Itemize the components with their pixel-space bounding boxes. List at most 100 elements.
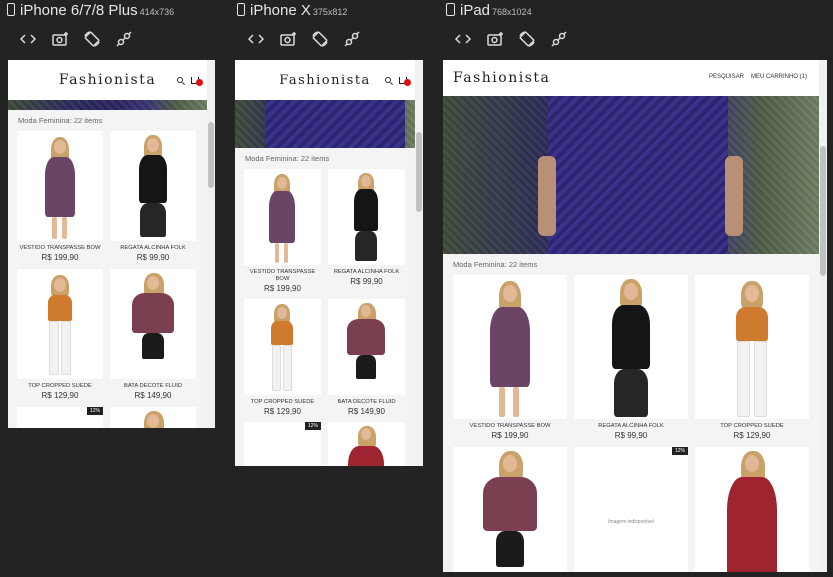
product-image[interactable] xyxy=(17,131,103,241)
product-name[interactable]: REGATA ALCINHA FOLK xyxy=(110,245,196,252)
product-image[interactable] xyxy=(17,269,103,379)
product-image[interactable] xyxy=(328,299,405,395)
product-price: R$ 149,90 xyxy=(348,407,385,416)
phone-icon xyxy=(237,3,245,16)
phone-icon xyxy=(7,3,15,16)
product-image[interactable] xyxy=(695,447,809,572)
rotate-icon[interactable] xyxy=(311,30,329,48)
camera-icon[interactable] xyxy=(51,30,69,48)
discount-badge: 12% xyxy=(86,407,103,415)
product-image[interactable] xyxy=(453,447,567,572)
product-card[interactable]: VESTIDO TRANSPASSE BOW R$ 199,90 xyxy=(453,275,567,440)
product-image[interactable] xyxy=(244,299,321,395)
product-image[interactable] xyxy=(328,422,405,466)
network-icon[interactable] xyxy=(115,30,133,48)
product-card[interactable]: VESTIDO TRANSPASSE BOW R$ 199,90 xyxy=(17,131,103,262)
scroll-thumb[interactable] xyxy=(820,146,826,276)
cart-icon[interactable] xyxy=(191,76,203,86)
product-image[interactable] xyxy=(328,169,405,265)
code-icon[interactable] xyxy=(19,30,37,48)
top-nav: PESQUISAR MEU CARRINHO (1) xyxy=(709,74,807,80)
rotate-icon[interactable] xyxy=(83,30,101,48)
product-name[interactable]: BATA DECOTE FLUID xyxy=(328,399,405,406)
viewport-iphone-plus[interactable]: Fashionista Moda Feminina: 22 items VEST… xyxy=(8,60,215,428)
device-header-ipad: iPad 768x1024 xyxy=(446,2,532,19)
product-price: R$ 99,90 xyxy=(614,431,648,440)
product-image[interactable] xyxy=(110,131,196,241)
camera-icon[interactable] xyxy=(279,30,297,48)
network-icon[interactable] xyxy=(343,30,361,48)
product-card[interactable]: 12% xyxy=(17,407,103,428)
product-card[interactable]: TOP CROPPED SUEDE R$ 129,90 xyxy=(17,269,103,400)
product-image[interactable] xyxy=(110,407,196,428)
viewport-ipad[interactable]: Fashionista PESQUISAR MEU CARRINHO (1) M… xyxy=(443,60,827,572)
logo[interactable]: Fashionista xyxy=(279,73,371,88)
site-header: Fashionista xyxy=(235,60,415,100)
product-card[interactable]: 12% Imagem indisponível xyxy=(574,447,688,572)
product-price: R$ 99,90 xyxy=(136,253,170,262)
product-image[interactable] xyxy=(695,275,809,419)
product-image[interactable]: 12% xyxy=(244,422,321,466)
device-header-iphone-plus: iPhone 6/7/8 Plus 414x736 xyxy=(7,2,174,19)
scrollbar[interactable] xyxy=(415,60,423,466)
product-price: R$ 129,90 xyxy=(264,407,301,416)
logo[interactable]: Fashionista xyxy=(453,70,550,86)
logo[interactable]: Fashionista xyxy=(59,72,156,88)
product-image[interactable] xyxy=(453,275,567,419)
search-icon[interactable] xyxy=(385,77,391,83)
product-card[interactable]: REGATA ALCINHA FOLK R$ 99,90 xyxy=(328,169,405,293)
site-header: Fashionista PESQUISAR MEU CARRINHO (1) xyxy=(443,60,819,96)
product-grid: VESTIDO TRANSPASSE BOW R$ 199,90 REGATA … xyxy=(443,275,819,572)
product-card[interactable]: VESTIDO TRANSPASSE BOW R$ 199,90 xyxy=(244,169,321,293)
section-title: Moda Feminina: 22 items xyxy=(235,148,415,169)
product-card[interactable]: 12% xyxy=(244,422,321,466)
product-card[interactable]: BATA DECOTE FLUID R$ 149,90 xyxy=(110,269,196,400)
product-name[interactable]: TOP CROPPED SUEDE xyxy=(695,423,809,430)
nav-cart-link[interactable]: MEU CARRINHO (1) xyxy=(751,74,807,80)
hero-banner xyxy=(235,100,415,148)
product-name[interactable]: TOP CROPPED SUEDE xyxy=(17,383,103,390)
product-image[interactable]: 12% xyxy=(17,407,103,428)
code-icon[interactable] xyxy=(247,30,265,48)
product-image[interactable] xyxy=(110,269,196,379)
product-image[interactable] xyxy=(574,275,688,419)
code-icon[interactable] xyxy=(454,30,472,48)
device-size: 414x736 xyxy=(139,7,175,17)
hero-banner xyxy=(8,100,207,110)
product-card[interactable]: TOP CROPPED SUEDE R$ 129,90 xyxy=(695,275,809,440)
product-name[interactable]: VESTIDO TRANSPASSE BOW xyxy=(453,423,567,430)
scrollbar[interactable] xyxy=(207,60,215,428)
device-size: 768x1024 xyxy=(492,7,532,17)
nav-search-link[interactable]: PESQUISAR xyxy=(709,74,744,80)
product-price: R$ 199,90 xyxy=(491,431,529,440)
cart-icon[interactable] xyxy=(399,76,411,86)
product-name[interactable]: BATA DECOTE FLUID xyxy=(110,383,196,390)
scroll-thumb[interactable] xyxy=(208,122,214,188)
product-image[interactable]: 12% Imagem indisponível xyxy=(574,447,688,572)
product-name[interactable]: REGATA ALCINHA FOLK xyxy=(574,423,688,430)
camera-icon[interactable] xyxy=(486,30,504,48)
product-card[interactable] xyxy=(695,447,809,572)
product-card[interactable] xyxy=(328,422,405,466)
product-image[interactable] xyxy=(244,169,321,265)
product-name[interactable]: REGATA ALCINHA FOLK xyxy=(328,269,405,276)
product-name[interactable]: VESTIDO TRANSPASSE BOW xyxy=(17,245,103,252)
network-icon[interactable] xyxy=(550,30,568,48)
cart-badge xyxy=(404,78,411,86)
product-price: R$ 129,90 xyxy=(41,391,79,400)
product-name[interactable]: TOP CROPPED SUEDE xyxy=(244,399,321,406)
scrollbar[interactable] xyxy=(819,60,827,572)
device-name: iPhone 6/7/8 Plus xyxy=(20,2,138,19)
viewport-iphone-x[interactable]: Fashionista Moda Feminina: 22 items VEST… xyxy=(235,60,423,466)
product-name[interactable]: VESTIDO TRANSPASSE BOW xyxy=(244,269,321,283)
product-card[interactable]: REGATA ALCINHA FOLK R$ 99,90 xyxy=(110,131,196,262)
product-card[interactable]: TOP CROPPED SUEDE R$ 129,90 xyxy=(244,299,321,416)
product-card[interactable]: REGATA ALCINHA FOLK R$ 99,90 xyxy=(574,275,688,440)
search-icon[interactable] xyxy=(177,77,183,83)
rotate-icon[interactable] xyxy=(518,30,536,48)
product-card[interactable]: BATA DECOTE FLUID R$ 149,90 xyxy=(328,299,405,416)
toolbar-ipad xyxy=(454,30,568,48)
product-card[interactable] xyxy=(110,407,196,428)
product-card[interactable] xyxy=(453,447,567,572)
scroll-thumb[interactable] xyxy=(416,132,422,212)
